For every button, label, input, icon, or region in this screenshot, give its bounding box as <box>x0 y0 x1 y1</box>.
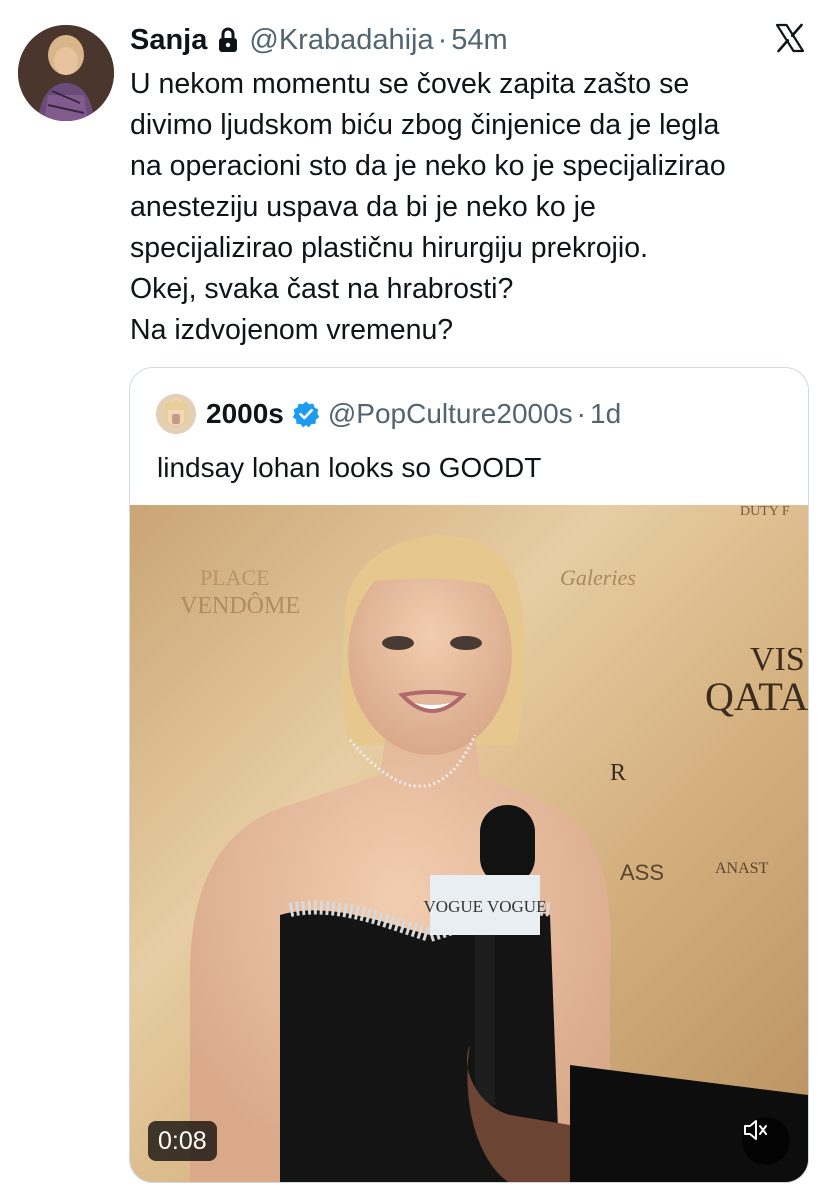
user-avatar[interactable] <box>18 25 114 121</box>
quoted-tweet[interactable]: 2000s @PopCulture2000s · 1d lindsay loha… <box>129 367 809 1183</box>
x-logo-icon[interactable] <box>774 22 806 54</box>
tweet-text-line: U nekom momentu se čovek zapita zašto se <box>130 68 690 100</box>
tweet-text: U nekom momentu se čovek zapita zašto se… <box>130 64 810 351</box>
tweet-header: Sanja @Krabadahija · 54m <box>130 22 508 58</box>
mic-flag-text: VOGUE VOGUE <box>424 897 547 916</box>
svg-text:ASS: ASS <box>620 860 664 885</box>
quoted-tweet-header: 2000s @PopCulture2000s · 1d <box>156 394 621 434</box>
svg-text:ANAST: ANAST <box>715 860 769 877</box>
quoted-tweet-text: lindsay lohan looks so GOODT <box>157 452 542 483</box>
svg-text:VENDÔME: VENDÔME <box>180 592 300 619</box>
separator-dot: · <box>576 398 586 429</box>
quoted-user-handle[interactable]: @PopCulture2000s <box>328 398 573 430</box>
tweet-timestamp[interactable]: 54m <box>451 22 507 58</box>
svg-text:PLACE: PLACE <box>200 565 270 590</box>
quoted-timestamp[interactable]: 1d <box>590 398 621 430</box>
video-player[interactable]: PLACE VENDÔME Galeries VIS QATA DUTY F A… <box>130 505 808 1182</box>
tweet-text-line: specijalizirao plastičnu hirurgiju prekr… <box>130 232 648 264</box>
quoted-user-avatar[interactable] <box>156 394 196 434</box>
tweet-text-line: divimo ljudskom biću zbog činjenice da j… <box>130 109 720 141</box>
tweet-text-line: Okej, svaka čast na hrabrosti? <box>130 273 514 305</box>
speaker-muted-icon <box>744 1120 767 1140</box>
svg-text:DUTY F: DUTY F <box>740 505 790 519</box>
separator-dot: · <box>437 24 448 56</box>
display-name[interactable]: Sanja <box>130 22 207 58</box>
user-handle[interactable]: @Krabadahija <box>249 22 433 58</box>
svg-text:VIS: VIS <box>750 641 805 678</box>
svg-text:Galeries: Galeries <box>560 565 636 590</box>
verified-badge-icon <box>292 400 320 428</box>
mute-button[interactable] <box>742 1117 790 1165</box>
lock-icon <box>217 27 239 53</box>
tweet[interactable]: Sanja @Krabadahija · 54m U nekom momentu… <box>0 0 828 1195</box>
svg-text:QATA: QATA <box>705 674 808 719</box>
tweet-text-line: na operacioni sto da je neko ko je speci… <box>130 150 726 182</box>
video-duration: 0:08 <box>148 1121 217 1161</box>
tweet-text-line: Na izdvojenom vremenu? <box>130 314 454 346</box>
tweet-text-line: anesteziju uspava da bi je neko ko je <box>130 191 596 223</box>
svg-text:R: R <box>610 760 626 786</box>
quoted-display-name[interactable]: 2000s <box>206 398 284 430</box>
video-frame: PLACE VENDÔME Galeries VIS QATA DUTY F A… <box>130 505 808 1182</box>
